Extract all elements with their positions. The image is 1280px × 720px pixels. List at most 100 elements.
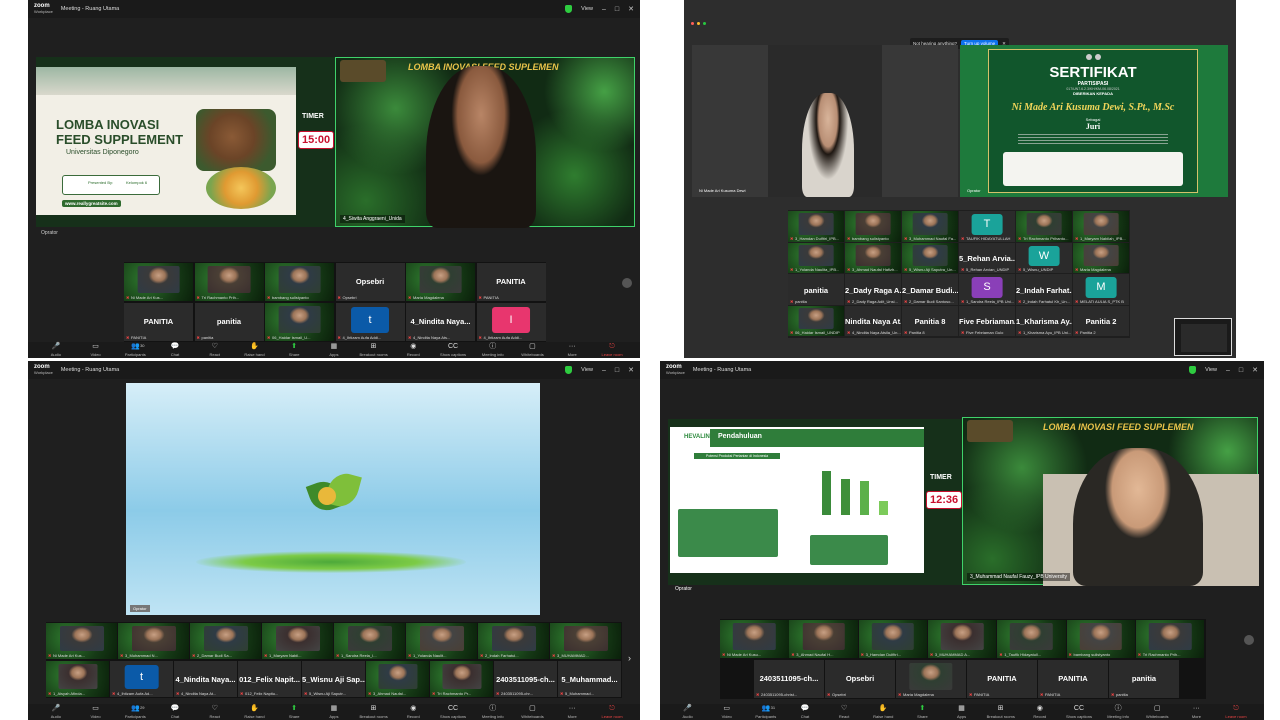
meeting-info-button[interactable]: ⓘ Meeting info <box>1099 705 1138 719</box>
breakout-rooms-button[interactable]: ⊞ Breakout rooms <box>354 705 394 719</box>
leave-room-button[interactable]: ⎋ Leave room <box>592 343 632 357</box>
minimize-icon[interactable]: – <box>602 367 606 374</box>
participant-tile[interactable]: t ✖ 4_Ihtizam Aufa Addi... <box>335 303 405 341</box>
record-button[interactable]: ◉ Record <box>393 705 433 719</box>
participant-tile[interactable]: ✖ bambang sulistyanto <box>265 263 334 301</box>
security-shield-icon[interactable] <box>565 5 573 13</box>
participant-tile[interactable]: M ✖ MELATI AULIA S_PTK B <box>1073 274 1129 305</box>
apps-button[interactable]: ▦ Apps <box>942 705 981 719</box>
participant-tile[interactable]: ✖ Maria Magdalena <box>406 263 475 301</box>
participant-tile[interactable]: 2403511095-ch... ✖ 2403511095-christ... <box>754 660 824 698</box>
chat-button[interactable]: 💬 Chat <box>155 343 195 357</box>
participant-tile[interactable]: ✖ 3_Ahmad Naufal H... <box>789 620 858 658</box>
participant-tile[interactable]: ✖ 3_MUHAMMAD... <box>550 623 621 659</box>
participant-tile[interactable]: ✖ bambang sulistyanto <box>845 211 901 242</box>
mini-preview[interactable] <box>1174 318 1232 356</box>
minimize-icon[interactable]: – <box>602 6 606 13</box>
raise-hand-button[interactable]: ✋ Raise hand <box>235 705 275 719</box>
participant-tile[interactable]: ✖ 1_Maryam Nabil... <box>262 623 333 659</box>
participant-tile[interactable]: 1_Kharisma Ay... ✖ 1_Kharisma Ayu_IPB Uni.… <box>1016 305 1072 336</box>
participant-tile[interactable]: ✖ Ni Made Ari Kusu... <box>720 620 789 658</box>
participant-tile[interactable]: ✖ 2_Damar Budi Sa... <box>190 623 261 659</box>
participant-tile[interactable]: 2_Dady Raga A... ✖ 2_Dady Raga Adit_Unsi..… <box>845 274 901 305</box>
participant-tile[interactable]: Five Febriaman... ✖ Five Febriaman Gulo <box>959 305 1015 336</box>
participant-tile[interactable]: ✖ 3_Muhammad N... <box>118 623 189 659</box>
react-button[interactable]: ♡ React <box>195 705 235 719</box>
participant-tile[interactable]: 2_Damar Budi... ✖ 2_Damar Budi Santoso... <box>902 274 958 305</box>
audio-button[interactable]: 🎤 Audio <box>668 705 707 719</box>
meeting-info-button[interactable]: ⓘ Meeting info <box>473 705 513 719</box>
participant-tile[interactable]: ✖ Ni Made Ari Kus... <box>46 623 117 659</box>
participant-tile[interactable]: ✖ bambang sulistyanto <box>1066 620 1135 658</box>
participant-tile[interactable]: S ✖ 1_Sandra Reela_IPB Uni... <box>959 274 1015 305</box>
participant-tile[interactable]: ✖ 3_Ahmad Naufal Hafizh... <box>845 242 901 273</box>
participant-tile[interactable]: PANITIA ✖ PANITIA <box>476 263 546 301</box>
audio-button[interactable]: 🎤 Audio <box>36 705 76 719</box>
meeting-info-button[interactable]: ⓘ Meeting info <box>473 343 513 357</box>
participant-tile[interactable]: Panitia 2 ✖ Panitia 2 <box>1073 305 1129 336</box>
participant-tile[interactable]: ✖ 3_Hamdan Dulfitri_IPB... <box>788 211 844 242</box>
participant-tile[interactable]: ✖ 3_MUHAMMAD A... <box>927 620 997 658</box>
minimize-icon[interactable]: – <box>1226 367 1230 374</box>
participant-tile[interactable]: panitia ✖ panitia <box>788 274 844 305</box>
participant-tile[interactable]: Nindita Naya At... ✖ 4_Nindita Naya Atsila… <box>845 305 901 336</box>
whiteboards-button[interactable]: ▢ Whiteboards <box>1138 705 1177 719</box>
close-icon[interactable]: ✕ <box>628 366 634 374</box>
maximize-icon[interactable]: □ <box>615 6 619 13</box>
whiteboards-button[interactable]: ▢ Whiteboards <box>513 705 553 719</box>
view-button[interactable]: View <box>581 367 593 373</box>
maximize-icon[interactable]: □ <box>1239 367 1243 374</box>
participant-tile[interactable]: t ✖ 4_Ihtizam Aufa Ad... <box>110 661 173 697</box>
participant-tile[interactable]: 5_Rehan Arvia... ✖ 5_Rehan Arvian_UNDIP <box>959 242 1015 273</box>
close-icon[interactable]: ✕ <box>1252 366 1258 374</box>
participant-tile[interactable]: Panitia 8 ✖ Panitia 8 <box>902 305 958 336</box>
breakout-rooms-button[interactable]: ⊞ Breakout rooms <box>981 705 1020 719</box>
participants-button[interactable]: 👥 Participants 30 <box>115 343 155 357</box>
record-button[interactable]: ◉ Record <box>393 343 433 357</box>
share-button[interactable]: ⬆ Share <box>274 343 314 357</box>
participant-tile[interactable]: ✖ 06_Haidar Ismail_U... <box>265 303 334 341</box>
chat-button[interactable]: 💬 Chat <box>155 705 195 719</box>
participant-tile[interactable]: ✖ Tri Rachmanto Prih... <box>1135 620 1205 658</box>
participant-tile[interactable]: ✖ 5_Wisnu Aji Saputra_Un... <box>902 242 958 273</box>
participants-button[interactable]: 👥 Participants 29 <box>115 705 155 719</box>
video-button[interactable]: ▭ Video <box>707 705 746 719</box>
raise-hand-button[interactable]: ✋ Raise hand <box>864 705 903 719</box>
share-button[interactable]: ⬆ Share <box>274 705 314 719</box>
react-button[interactable]: ♡ React <box>195 343 235 357</box>
participant-tile[interactable]: Opsebri ✖ Opsebri <box>335 263 405 301</box>
audio-button[interactable]: 🎤 Audio <box>36 343 76 357</box>
react-button[interactable]: ♡ React <box>825 705 864 719</box>
record-button[interactable]: ◉ Record <box>1020 705 1059 719</box>
participant-tile[interactable]: PANITIA ✖ PANITIA <box>124 303 193 341</box>
show-captions-button[interactable]: CC Show captions <box>1059 705 1098 719</box>
more-button[interactable]: ··· More <box>1177 705 1216 719</box>
close-icon[interactable]: ✕ <box>628 5 634 13</box>
participant-tile[interactable]: ✖ 06_Haidar Ismail_UNDIP <box>788 305 844 336</box>
participants-avatar-right[interactable] <box>1244 635 1254 645</box>
next-page-arrow-icon[interactable]: › <box>628 653 631 663</box>
participants-avatar-right[interactable] <box>622 278 632 288</box>
breakout-rooms-button[interactable]: ⊞ Breakout rooms <box>354 343 394 357</box>
whiteboards-button[interactable]: ▢ Whiteboards <box>513 343 553 357</box>
raise-hand-button[interactable]: ✋ Raise hand <box>235 343 275 357</box>
participant-tile[interactable]: 5_Muhammad... ✖ 5_Muhammad... <box>558 661 621 697</box>
participant-tile[interactable]: ✖ Ni Made Ari Kus... <box>124 263 193 301</box>
participant-tile[interactable]: 4_Nindita Naya... ✖ 4_Nindita Naya Ats... <box>406 303 475 341</box>
participants-button[interactable]: 👥 Participants 31 <box>746 705 785 719</box>
participant-tile[interactable]: ✖ Tri Rachmanto Prih... <box>194 263 264 301</box>
participant-tile[interactable]: 5_Wisnu Aji Sap... ✖ 5_Wisnu Aji Saputr... <box>302 661 365 697</box>
participant-tile[interactable]: 2403511095-ch... ✖ 2403511095-chr... <box>494 661 557 697</box>
view-button[interactable]: View <box>1205 367 1217 373</box>
participant-tile[interactable]: 2_Indah Farhat... ✖ 2_Indah Farhatul Kh_Un… <box>1016 274 1072 305</box>
security-shield-icon[interactable] <box>1189 366 1197 374</box>
more-button[interactable]: ··· More <box>552 705 592 719</box>
participant-tile[interactable]: ✖ 1_Yolanda Naulita_IPB... <box>788 242 844 273</box>
participant-tile[interactable]: ✖ Tri Rachmanto Pr... <box>430 661 493 697</box>
leave-room-button[interactable]: ⎋ Leave room <box>1216 705 1256 719</box>
participant-tile[interactable]: ✖ 3_Hamdan Dulfitri... <box>858 620 928 658</box>
participant-tile[interactable]: ✖ Tri Rachmanto Prihanto... <box>1016 211 1072 242</box>
maximize-icon[interactable]: □ <box>615 367 619 374</box>
participant-tile[interactable]: ✖ 1_Aisyah Afinda... <box>46 661 109 697</box>
video-button[interactable]: ▭ Video <box>76 343 116 357</box>
